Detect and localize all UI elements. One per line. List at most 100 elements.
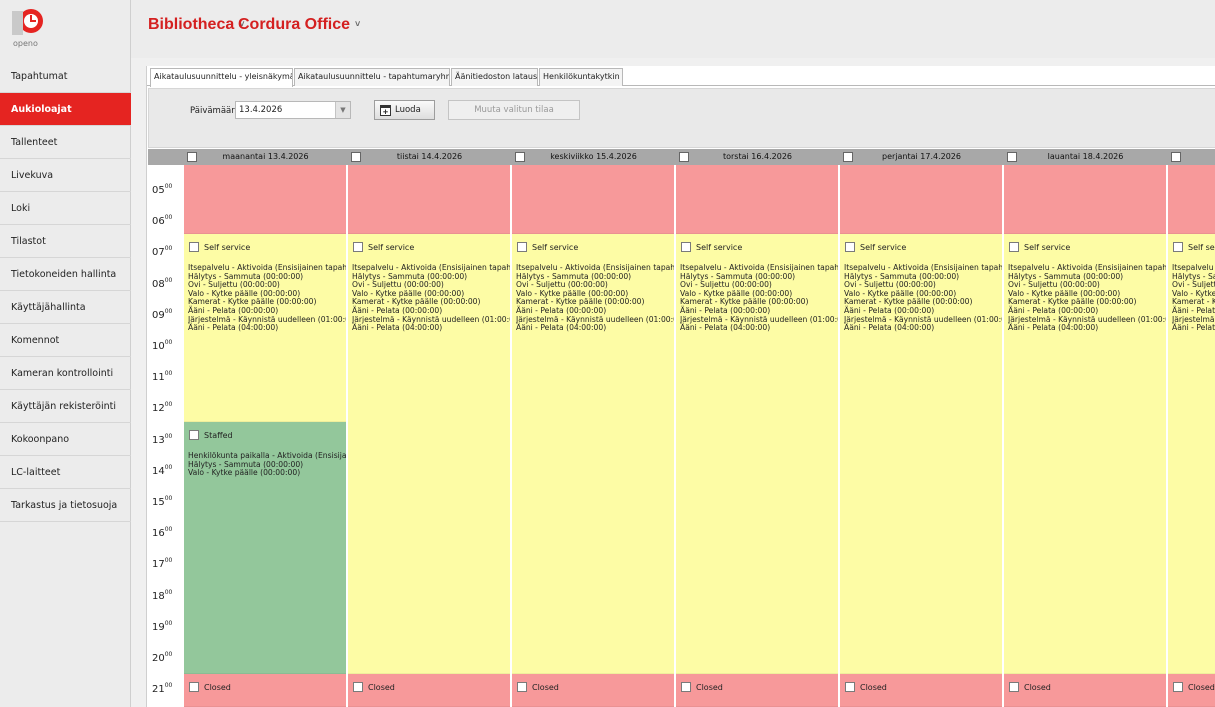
self-service-block[interactable]: Self service Itsepalvelu - Aktivoida (Ens… [1168,234,1215,674]
self-service-block[interactable]: Self service Itsepalvelu - Aktivoida (Ens… [348,234,511,674]
tab-staff-switch[interactable]: Henkilökuntakytkin [539,68,623,86]
hour-label: 0500 [152,183,172,196]
closed-block[interactable] [840,165,1003,234]
self-service-block-title: Self service [1188,243,1215,252]
day-select-checkbox[interactable] [1171,152,1181,162]
sidebar-item-tietokoneiden-hallinta[interactable]: Tietokoneiden hallinta [0,258,131,291]
block-select-checkbox[interactable] [1009,242,1019,252]
date-label: Päivämäärä [190,106,240,116]
column-divider [346,165,348,707]
header: Bibliotheca ˅ Cordura Office ˅ [131,0,1215,58]
calendar-dropdown-icon[interactable]: ▼ [335,102,350,118]
site-selector[interactable]: Bibliotheca ˅ [148,16,245,34]
hour-suffix: 00 [164,495,173,502]
tab-bar: Aikataulusuunnittelu - yleisnäkymä Aikat… [147,66,1215,87]
block-select-checkbox[interactable] [353,682,363,692]
hour-suffix: 00 [164,401,173,409]
block-select-checkbox[interactable] [1009,682,1019,692]
closed-block[interactable] [1004,165,1167,234]
block-select-checkbox[interactable] [517,682,527,692]
closed-block[interactable]: Closed [1004,674,1167,707]
sidebar-item-aukioloajat[interactable]: Aukioloajat [0,93,131,126]
hour-value: 12 [152,403,165,415]
closed-block[interactable] [676,165,839,234]
column-divider [510,165,512,707]
self-service-block-title: Self service [696,243,743,252]
block-select-checkbox[interactable] [189,242,199,252]
self-service-block[interactable]: Self service Itsepalvelu - Aktivoida (Ens… [676,234,839,674]
toolbar: Päivämäärä 13.4.2026 ▼ Luoda Muuta valit… [148,88,1215,148]
block-select-checkbox[interactable] [1173,682,1183,692]
sidebar-item-kayttajan-rekisterointi[interactable]: Käyttäjän rekisteröinti [0,390,131,423]
closed-block[interactable]: Closed [840,674,1003,707]
action-line: Ääni - Pelata (04:00:00) [352,323,443,333]
block-select-checkbox[interactable] [189,682,199,692]
closed-block[interactable]: Closed [348,674,511,707]
sidebar-item-tapahtumat[interactable]: Tapahtumat [0,60,131,93]
action-line: Ääni - Pelata (04:00:00) [1172,323,1215,333]
action-line: Ääni - Pelata (04:00:00) [680,323,771,333]
change-status-button[interactable]: Muuta valitun tilaa [448,100,580,120]
hour-value: 20 [152,653,165,664]
block-select-checkbox[interactable] [845,242,855,252]
closed-block[interactable]: Closed [184,674,347,707]
openo-logo: openo [9,5,49,49]
day-column: Self service Itsepalvelu - Aktivoida (Ens… [676,165,839,707]
block-select-checkbox[interactable] [1173,242,1183,252]
sidebar-item-kameran-kontrollointi[interactable]: Kameran kontrollointi [0,357,131,390]
closed-block-header: Closed [189,682,231,692]
closed-block[interactable]: Closed [676,674,839,707]
hour-suffix: 00 [164,463,173,471]
self-service-block[interactable]: Self service Itsepalvelu - Aktivoida (Ens… [1004,234,1167,674]
self-service-block[interactable]: Self service Itsepalvelu - Aktivoida (Ens… [184,234,347,422]
day-label: maanantai 13.4.2026 [222,152,309,161]
closed-block[interactable] [348,165,511,234]
hour-label: 2000 [152,651,172,664]
block-select-checkbox[interactable] [681,682,691,692]
date-field[interactable]: 13.4.2026 [235,101,351,119]
closed-block[interactable] [1168,165,1215,234]
sidebar-item-tilastot[interactable]: Tilastot [0,225,131,258]
hour-label: 1000 [152,339,172,352]
sidebar-item-tallenteet[interactable]: Tallenteet [0,126,131,159]
sidebar-item-livekuva[interactable]: Livekuva [0,159,131,192]
day-column: Self service Itsepalvelu - Aktivoida (Ens… [512,165,675,707]
closed-block[interactable] [512,165,675,234]
location-selector[interactable]: Cordura Office ˅ [238,16,360,34]
hour-suffix: 00 [164,183,173,190]
hour-suffix: 00 [164,526,173,534]
closed-block[interactable]: Closed [512,674,675,707]
hour-value: 15 [152,497,165,508]
day-column: Self service Itsepalvelu - Aktivoida (Ens… [840,165,1003,707]
hour-value: 16 [152,528,165,540]
block-select-checkbox[interactable] [845,682,855,692]
self-service-block-header: Self service [1173,242,1215,252]
tab-audio-upload[interactable]: Äänitiedoston lataus [451,68,538,86]
sidebar-item-loki[interactable]: Loki [0,192,131,225]
self-service-block-title: Self service [204,243,251,252]
block-select-checkbox[interactable] [189,430,199,440]
staffed-block[interactable]: Staffed Henkilökunta paikalla - Aktivoida… [184,422,347,674]
tab-schedule-overview[interactable]: Aikataulusuunnittelu - yleisnäkymä [150,68,293,87]
hour-label: 1700 [152,557,172,570]
self-service-block-header: Self service [517,242,578,252]
block-select-checkbox[interactable] [681,242,691,252]
sidebar-item-kayttajahallinta[interactable]: Käyttäjähallinta [0,291,131,324]
hour-suffix: 00 [164,370,173,378]
create-button[interactable]: Luoda [374,100,435,120]
block-select-checkbox[interactable] [517,242,527,252]
closed-block-title: Closed [860,683,887,692]
day-label: keskiviikko 15.4.2026 [550,152,637,161]
block-select-checkbox[interactable] [353,242,363,252]
sidebar-item-kokoonpano[interactable]: Kokoonpano [0,423,131,456]
closed-block[interactable] [184,165,347,234]
create-button-label: Luoda [395,105,421,115]
closed-block[interactable]: Closed [1168,674,1215,707]
self-service-block[interactable]: Self service Itsepalvelu - Aktivoida (Ens… [840,234,1003,674]
self-service-block[interactable]: Self service Itsepalvelu - Aktivoida (Ens… [512,234,675,674]
tab-schedule-event-group[interactable]: Aikataulusuunnittelu - tapahtumaryhmä [294,68,450,86]
sidebar-item-komennot[interactable]: Komennot [0,324,131,357]
hour-value: 08 [152,278,165,290]
sidebar-item-lc-laitteet[interactable]: LC-laitteet [0,456,131,489]
sidebar-item-tarkastus-ja-tietosuoja[interactable]: Tarkastus ja tietosuoja [0,489,131,522]
